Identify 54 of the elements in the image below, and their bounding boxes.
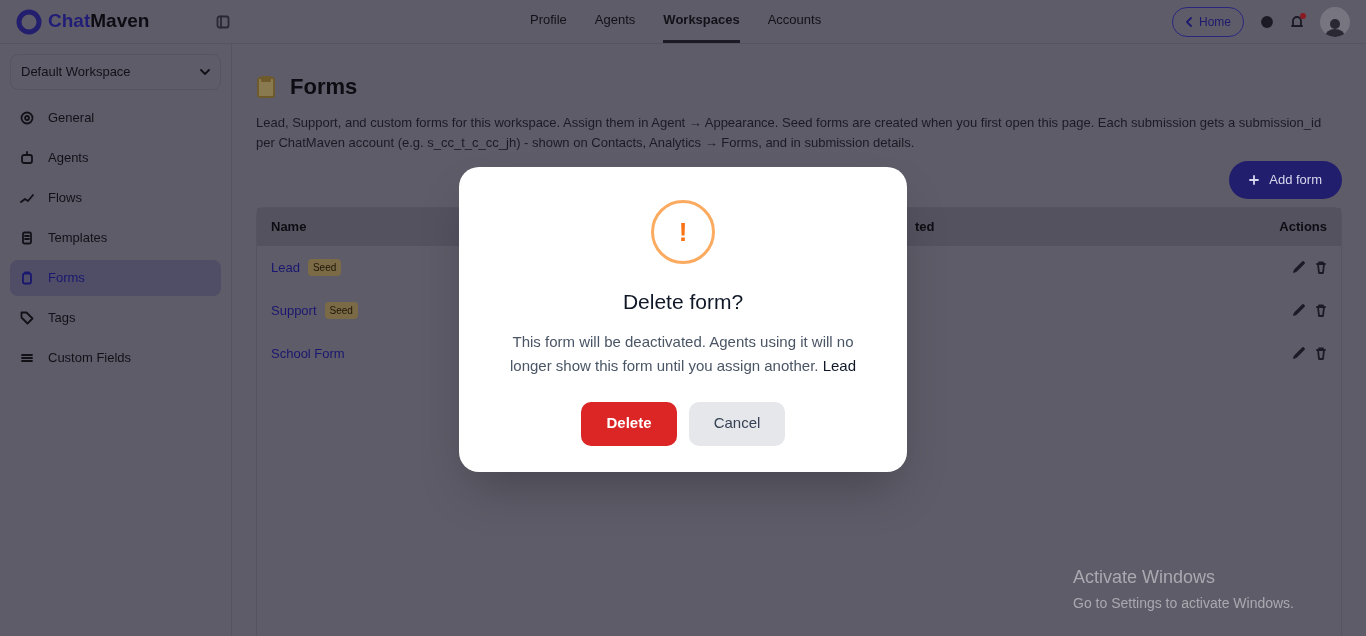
chevron-down-icon (200, 69, 210, 75)
nav-tab[interactable]: Profile (530, 0, 567, 43)
sidebar-item[interactable]: Custom Fields (10, 340, 221, 376)
nav-tab[interactable]: Accounts (767, 0, 822, 43)
bell-icon[interactable] (1290, 14, 1304, 29)
chevron-left-icon (1185, 16, 1193, 27)
person-silhouette-icon (1324, 16, 1346, 37)
seed-badge: Seed (324, 302, 358, 319)
form-name-link[interactable]: Support (271, 300, 317, 321)
nav-tab[interactable]: Agents (594, 0, 636, 43)
seed-badge: Seed (307, 259, 342, 276)
add-form-button[interactable]: Add form (1229, 161, 1342, 199)
sidebar-item[interactable]: Forms (10, 260, 221, 296)
list-icon (20, 351, 34, 365)
activation-subtitle: Go to Settings to activate Windows. (1073, 594, 1294, 613)
sidebar-item[interactable]: General (10, 100, 221, 136)
delete-button[interactable]: Delete (581, 401, 677, 446)
page-description: Lead, Support, and custom forms for this workspace. Assign them in Agent → Appearance. Seed forms are created when you first open this page. Each submission gets a submission_id per ChatMaven account (e.g. s_cc_t_c_cc_jh) - shown on Contacts, Analytics → Forms, and in submission details. (256, 114, 1323, 152)
avatar[interactable] (1320, 6, 1350, 37)
brand-name: ChatMaven (48, 9, 150, 34)
workspace-select[interactable]: Default Workspace (10, 54, 221, 90)
trash-icon[interactable] (1315, 304, 1327, 317)
trend-line-icon (20, 191, 34, 205)
sidebar-item[interactable]: Flows (10, 180, 221, 216)
logo-icon (16, 8, 42, 35)
clipboard-icon (256, 74, 276, 99)
trash-icon[interactable] (1315, 261, 1327, 274)
nav-tab[interactable]: Workspaces (663, 0, 740, 43)
dialog-title: Delete form? (622, 289, 744, 315)
cancel-button[interactable]: Cancel (689, 401, 785, 446)
edit-pencil-icon[interactable] (1293, 347, 1305, 359)
column-header: Name (271, 219, 307, 235)
plus-icon (1249, 175, 1260, 185)
sidebar-toggle-icon (216, 14, 230, 29)
activation-title: Activate Windows (1073, 566, 1217, 589)
collapse-sidebar-button[interactable] (216, 14, 230, 29)
warning-icon: ! (651, 200, 715, 264)
page-title: Forms (290, 73, 358, 101)
column-header: Actions (1279, 218, 1327, 237)
form-name-link[interactable]: Lead (271, 257, 300, 278)
gear-icon (20, 111, 34, 125)
trash-icon[interactable] (1315, 347, 1327, 360)
edit-pencil-icon[interactable] (1293, 304, 1305, 316)
tag-icon (20, 311, 34, 325)
form-name-link[interactable]: School Form (271, 343, 345, 364)
sidebar-item[interactable]: Templates (10, 220, 221, 256)
document-icon (20, 231, 34, 245)
dialog-message: This form will be deactivated. Agents using it will no longer show this form until you assign another. Lead (508, 331, 857, 376)
edit-pencil-icon[interactable] (1293, 261, 1305, 273)
robot-icon (20, 151, 34, 165)
clipboard-icon (20, 271, 34, 285)
sidebar-item[interactable]: Agents (10, 140, 221, 176)
column-header: ted (915, 218, 935, 237)
sidebar-item[interactable]: Tags (10, 300, 221, 336)
